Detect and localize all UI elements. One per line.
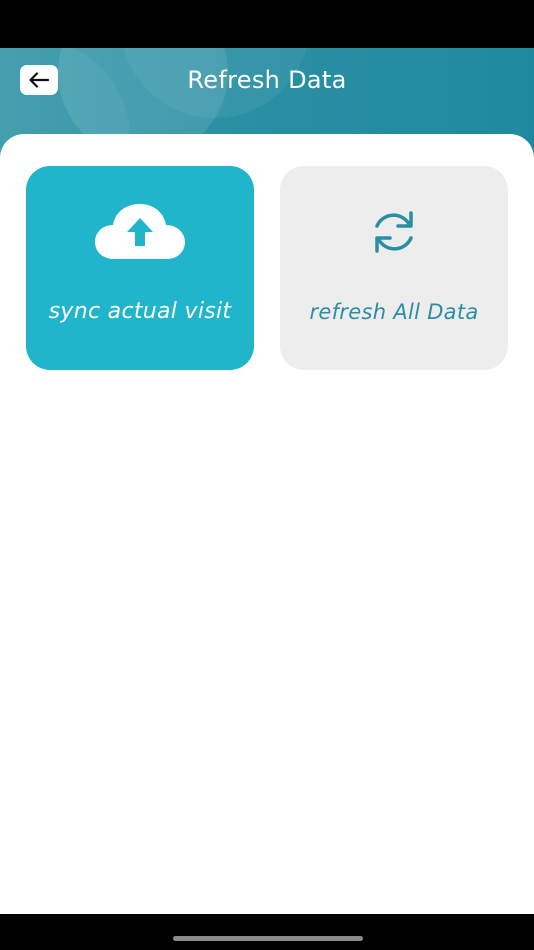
refresh-card-label: refresh All Data bbox=[309, 300, 479, 324]
main-content: sync actual visit refresh All Data bbox=[0, 134, 534, 914]
page-title: Refresh Data bbox=[187, 66, 347, 94]
sync-actual-visit-card[interactable]: sync actual visit bbox=[26, 166, 254, 370]
home-indicator[interactable] bbox=[173, 936, 363, 941]
bottom-system-bar bbox=[0, 914, 534, 950]
sync-icon bbox=[280, 202, 508, 262]
sync-card-label: sync actual visit bbox=[48, 299, 232, 324]
status-bar bbox=[0, 0, 534, 48]
app-screen: Refresh Data sync actual visit refresh A… bbox=[0, 0, 534, 950]
refresh-all-data-card[interactable]: refresh All Data bbox=[280, 166, 508, 370]
cloud-upload-icon bbox=[26, 202, 254, 262]
